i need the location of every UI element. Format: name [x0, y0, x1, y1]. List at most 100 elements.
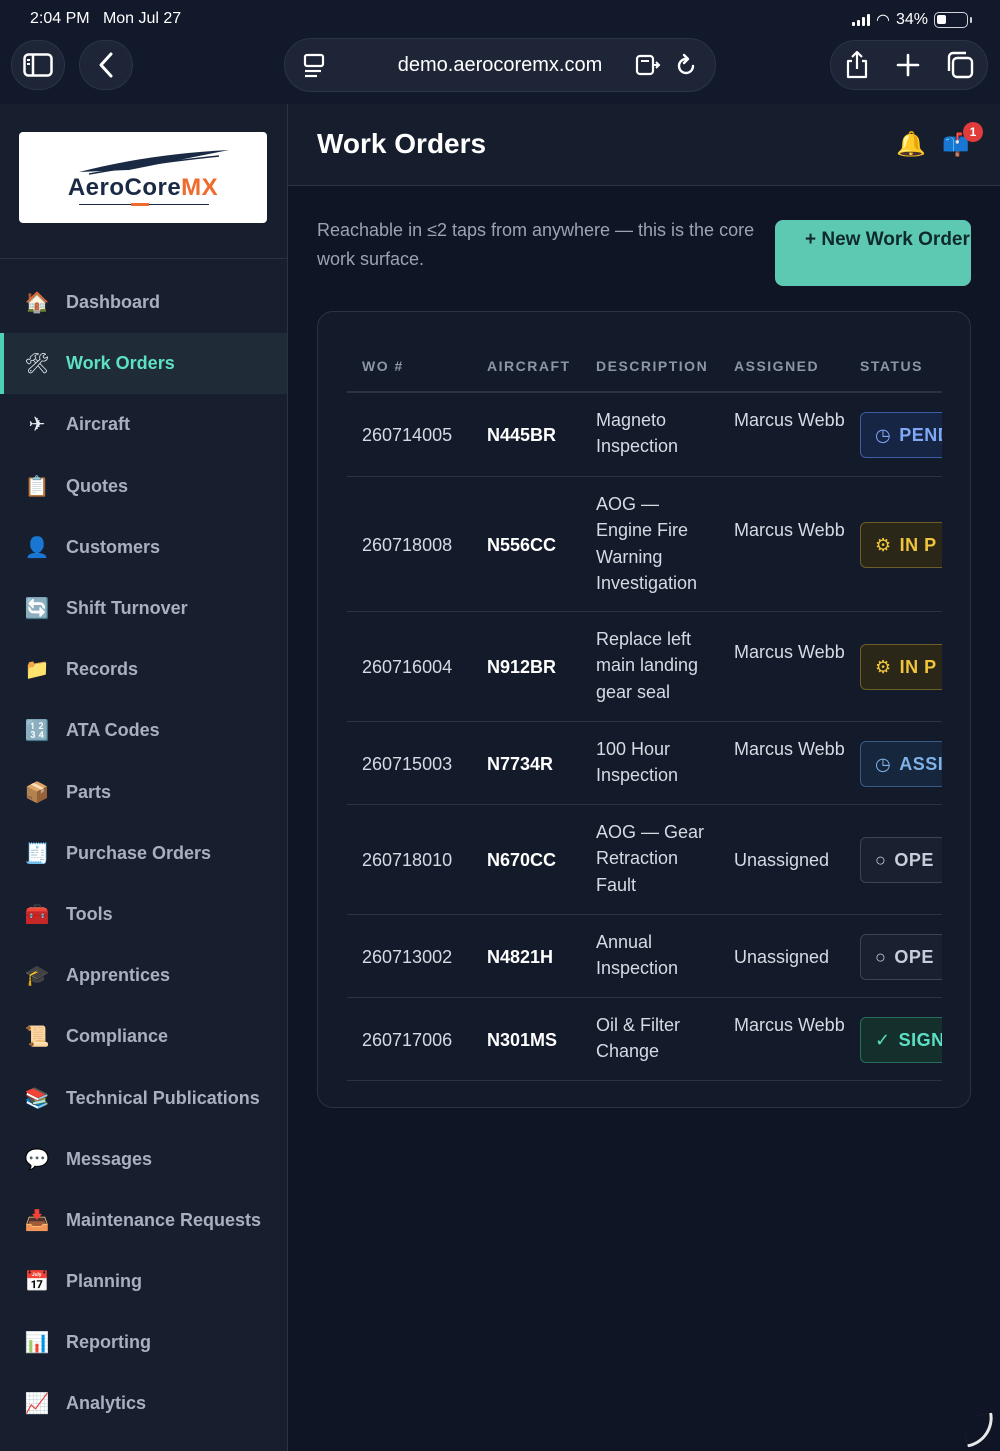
bell-icon[interactable]: 🔔	[896, 130, 926, 159]
assignee: Marcus Webb	[734, 1015, 845, 1035]
assignee: Marcus Webb	[734, 739, 845, 759]
reader-icon[interactable]	[635, 53, 661, 77]
wo-number: 260718010	[362, 850, 453, 870]
wifi-icon: ◠	[876, 12, 890, 29]
column-header-wo[interactable]: WO #	[362, 358, 404, 374]
aerocore-logo[interactable]: AeroCoreMX	[19, 132, 267, 223]
new-work-order-button[interactable]: + New Work Order	[775, 220, 971, 286]
sidebar-item-ata-codes[interactable]: 🔢 ATA Codes	[0, 700, 287, 761]
browser-toolbar: demo.aerocoremx.com	[0, 38, 1000, 104]
reload-icon[interactable]	[675, 53, 697, 77]
sidebar-item-label: Customers	[66, 536, 161, 557]
table-row[interactable]: 260718010 N670CC AOG — Gear Retraction Fau…	[347, 805, 942, 915]
sidebar-item-label: Tools	[66, 903, 113, 924]
sidebar-item-purchase-orders[interactable]: 🧾 Purchase Orders	[0, 823, 287, 884]
assignee: Marcus Webb	[734, 520, 845, 540]
sidebar-item-dashboard[interactable]: 🏠 Dashboard	[0, 272, 287, 333]
table-row[interactable]: 260718008 N556CC AOG — Engine Fire Warning…	[347, 477, 942, 612]
table-row[interactable]: 260714005 N445BR Magneto Inspection Marcus …	[347, 393, 942, 477]
sidebar-item-label: Maintenance Requests	[66, 1209, 262, 1230]
status-label: PEND	[899, 424, 942, 445]
gear-icon: ⚙	[875, 656, 892, 677]
new-tab-icon[interactable]	[896, 53, 920, 77]
aircraft-tail: N7734R	[487, 754, 554, 774]
logo-wordmark: AeroCoreMX	[67, 174, 219, 201]
work-orders-table: WO # AIRCRAFT DESCRIPTION ASSIGNED STATU…	[347, 312, 942, 1081]
sidebar-item-maintenance-requests[interactable]: 📥 Maintenance Requests	[0, 1190, 287, 1251]
table-row[interactable]: 260717006 N301MS Oil & Filter Change Marcus…	[347, 998, 942, 1081]
description: Oil & Filter Change	[596, 1015, 681, 1062]
wo-number: 260718008	[362, 535, 453, 555]
wo-number: 260717006	[362, 1030, 453, 1050]
tabs-overview-icon[interactable]	[946, 51, 974, 79]
table-row[interactable]: 260716004 N912BR Replace left main landing…	[347, 612, 942, 722]
sidebar-item-tools[interactable]: 🧰 Tools	[0, 884, 287, 945]
table-body: 260714005 N445BR Magneto Inspection Marcus …	[347, 393, 942, 1081]
sidebar-item-compliance[interactable]: 📜 Compliance	[0, 1006, 287, 1067]
status-badge[interactable]: ◷ ASSI	[860, 741, 942, 787]
status-badge[interactable]: ✓ SIGN	[860, 1017, 942, 1063]
table-row[interactable]: 260713002 N4821H Annual Inspection Unassign…	[347, 915, 942, 998]
wo-number: 260716004	[362, 657, 453, 677]
sidebar-item-parts[interactable]: 📦 Parts	[0, 762, 287, 823]
sidebar-item-technical-publications[interactable]: 📚 Technical Publications	[0, 1067, 287, 1128]
sidebar-item-quotes[interactable]: 📋 Quotes	[0, 456, 287, 517]
sidebar-item-aircraft[interactable]: ✈ Aircraft	[0, 394, 287, 455]
column-header-status[interactable]: STATUS	[860, 358, 923, 374]
wo-number: 260714005	[362, 425, 453, 445]
share-icon[interactable]	[844, 50, 870, 80]
receipt-icon: 🧾	[24, 842, 50, 865]
column-header-assigned[interactable]: ASSIGNED	[734, 358, 819, 374]
sidebar-item-label: Planning	[66, 1271, 142, 1292]
notification-badge: 1	[963, 122, 983, 142]
status-label: OPE	[894, 849, 934, 870]
status-time: 2:04 PM Mon Jul 27	[30, 10, 182, 27]
battery-percent: 34%	[895, 11, 928, 28]
back-button[interactable]	[79, 40, 133, 90]
sidebar-item-records[interactable]: 📁 Records	[0, 639, 287, 700]
cycle-icon: 🔄	[24, 598, 50, 621]
logo-underline-accent	[131, 203, 149, 206]
sidebar-item-planning[interactable]: 📅 Planning	[0, 1251, 287, 1312]
books-icon: 📚	[24, 1087, 50, 1110]
sidebar-item-reporting[interactable]: 📊 Reporting	[0, 1312, 287, 1373]
tools-icon: 🛠	[24, 353, 50, 376]
column-header-aircraft[interactable]: AIRCRAFT	[487, 358, 571, 374]
status-label: IN P	[899, 534, 937, 555]
sidebar-item-analytics[interactable]: 📈 Analytics	[0, 1373, 287, 1434]
status-badge[interactable]: ○ OPE	[860, 837, 942, 883]
sidebar-item-customers[interactable]: 👤 Customers	[0, 517, 287, 578]
status-label: ASSI	[899, 753, 942, 774]
description: AOG — Engine Fire Warning Investigation	[596, 494, 698, 594]
line-chart-icon: 📈	[24, 1393, 50, 1416]
sidebar-item-label: Messages	[66, 1148, 153, 1169]
status-badge[interactable]: ⚙ IN P	[860, 522, 942, 568]
sidebar-item-apprentices[interactable]: 🎓 Apprentices	[0, 945, 287, 1006]
column-header-description[interactable]: DESCRIPTION	[596, 358, 708, 374]
graduation-cap-icon: 🎓	[24, 965, 50, 988]
sidebar-item-shift-turnover[interactable]: 🔄 Shift Turnover	[0, 578, 287, 639]
status-badge[interactable]: ⚙ IN P	[860, 644, 942, 690]
status-badge[interactable]: ◷ PEND	[860, 412, 942, 458]
address-bar[interactable]: demo.aerocoremx.com	[284, 38, 716, 92]
wo-number: 260713002	[362, 947, 453, 967]
status-label: SIGN	[898, 1029, 942, 1050]
numbers-icon: 🔢	[24, 720, 50, 743]
circle-icon: ○	[875, 946, 887, 967]
sidebar-item-label: Apprentices	[66, 965, 171, 986]
status-badge[interactable]: ○ OPE	[860, 934, 942, 980]
work-orders-card: WO # AIRCRAFT DESCRIPTION ASSIGNED STATU…	[317, 311, 971, 1108]
sidebar-item-label: Quotes	[66, 475, 129, 496]
aircraft-tail: N445BR	[487, 425, 557, 445]
clipboard-icon: 📋	[24, 475, 50, 498]
sidebar-item-work-orders[interactable]: 🛠 Work Orders	[0, 333, 287, 395]
aircraft-tail: N670CC	[487, 850, 557, 870]
table-row[interactable]: 260715003 N7734R 100 Hour Inspection Marcus…	[347, 722, 942, 805]
clock-icon: ◷	[875, 424, 892, 445]
sidebar-item-messages[interactable]: 💬 Messages	[0, 1129, 287, 1190]
check-icon: ✓	[875, 1029, 891, 1050]
assignee: Marcus Webb	[734, 410, 845, 430]
status-indicators: ◠ 34%	[852, 10, 972, 30]
sidebar-toggle-button[interactable]	[11, 40, 65, 90]
status-label: OPE	[894, 946, 934, 967]
